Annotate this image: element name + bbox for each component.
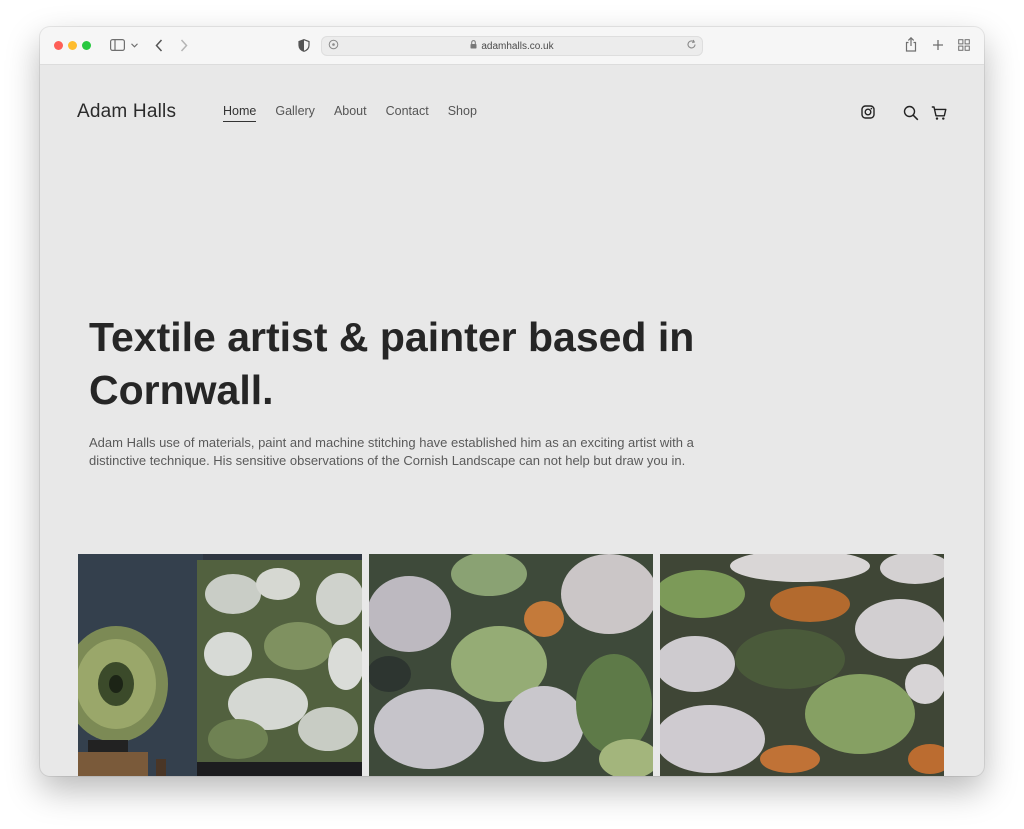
- browser-toolbar: adamhalls.co.uk: [40, 27, 984, 65]
- nav-shop[interactable]: Shop: [448, 104, 477, 122]
- gallery-image-gramophone-lichen[interactable]: [78, 554, 362, 776]
- cart-icon[interactable]: [931, 105, 947, 121]
- browser-window: adamhalls.co.uk Adam Halls Home Gallery …: [40, 27, 984, 776]
- nav-about[interactable]: About: [334, 104, 367, 122]
- artwork-gallery: [78, 554, 946, 776]
- gallery-image-lichen-closeup[interactable]: [369, 554, 653, 776]
- back-icon[interactable]: [155, 37, 163, 53]
- minimize-window-button[interactable]: [68, 41, 77, 50]
- instagram-icon[interactable]: [861, 105, 877, 121]
- nav-gallery[interactable]: Gallery: [275, 104, 315, 122]
- hero-description: Adam Halls use of materials, paint and m…: [89, 435, 694, 468]
- chevron-down-icon[interactable]: [131, 37, 138, 53]
- gallery-image-lichen-landscape[interactable]: [660, 554, 944, 776]
- forward-icon[interactable]: [180, 37, 188, 53]
- share-icon[interactable]: [905, 36, 917, 52]
- shield-icon[interactable]: [298, 37, 310, 53]
- reload-icon[interactable]: [686, 39, 697, 53]
- url-text: adamhalls.co.uk: [481, 40, 554, 52]
- sidebar-icon[interactable]: [110, 37, 125, 53]
- site-settings-icon[interactable]: [328, 39, 339, 53]
- zoom-window-button[interactable]: [82, 41, 91, 50]
- nav-contact[interactable]: Contact: [386, 104, 429, 122]
- hero-title: Textile artist & painter based in Cornwa…: [89, 314, 695, 413]
- website: Adam Halls Home Gallery About Contact Sh…: [40, 65, 984, 776]
- site-logo[interactable]: Adam Halls: [77, 101, 176, 123]
- close-window-button[interactable]: [54, 41, 63, 50]
- nav-home[interactable]: Home: [223, 104, 257, 122]
- tab-overview-icon[interactable]: [958, 37, 970, 53]
- search-icon[interactable]: [903, 105, 919, 121]
- lock-icon: [470, 40, 477, 52]
- address-bar[interactable]: adamhalls.co.uk: [321, 36, 703, 56]
- new-tab-icon[interactable]: [932, 37, 944, 53]
- main-nav: Home Gallery About Contact Shop: [223, 104, 477, 122]
